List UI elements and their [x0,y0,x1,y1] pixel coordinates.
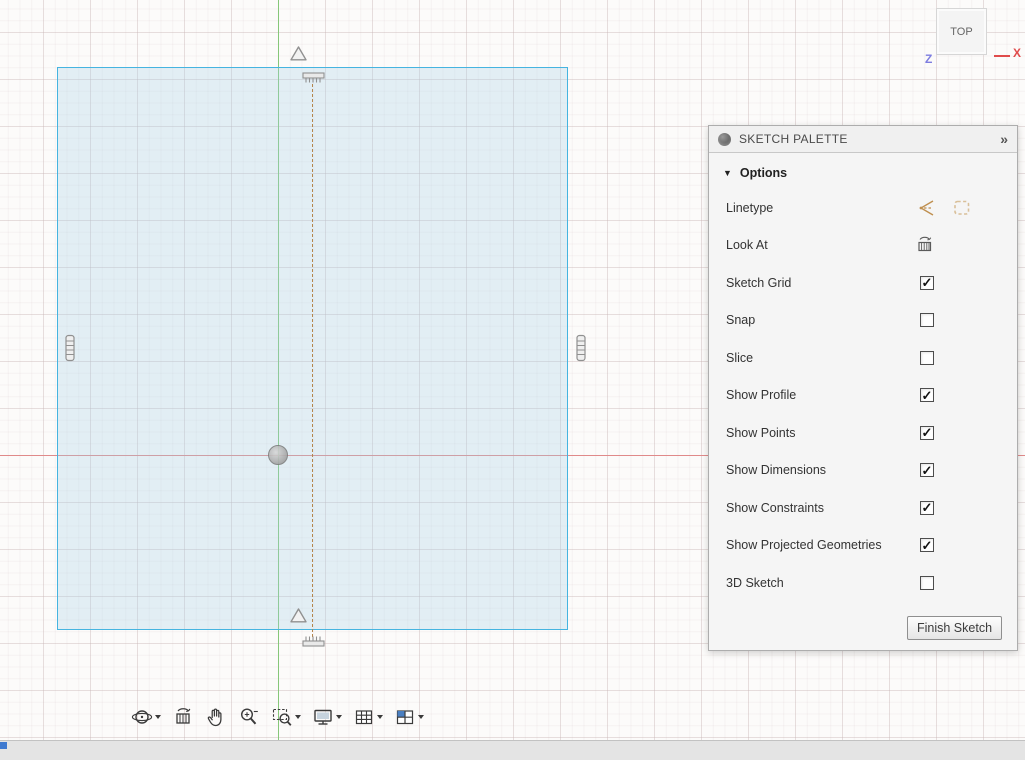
viewports-icon [394,706,416,728]
palette-row: Slice [709,339,1017,377]
horizontal-constraint-icon[interactable] [575,334,587,362]
construction-midline[interactable] [312,84,313,637]
midpoint-constraint-icon[interactable] [302,72,325,84]
snap-checkbox[interactable] [920,313,934,327]
grid-and-snaps-icon [353,706,375,728]
app-window: TOP Z X SKETCH PALETTE » ▼ Options Linet… [0,0,1025,760]
display-settings-icon [312,706,334,728]
symmetry-constraint-icon[interactable] [289,45,308,62]
pan-icon [205,706,227,728]
sketch-palette-title: SKETCH PALETTE [739,132,1000,146]
look-at-button[interactable] [915,235,935,255]
palette-row-label: Show Profile [726,388,796,402]
3d-sketch-checkbox[interactable] [920,576,934,590]
chevron-down-icon: ▼ [723,168,732,178]
show-profile-checkbox[interactable]: ✓ [920,388,934,402]
slice-checkbox[interactable] [920,351,934,365]
collapse-panel-icon[interactable]: » [1000,131,1008,147]
look-at-button[interactable] [169,705,197,729]
orbit-dropdown-arrow[interactable] [155,715,161,719]
palette-row-label: Linetype [726,201,773,215]
palette-row-label: Look At [726,238,768,252]
palette-row-label: Show Constraints [726,501,824,515]
palette-row-label: Show Dimensions [726,463,826,477]
palette-row: Show Points ✓ [709,414,1017,452]
sketch-palette-panel: SKETCH PALETTE » ▼ Options Linetype Look … [708,125,1018,651]
fit-icon [271,706,293,728]
bottom-status-strip [0,740,1025,760]
nav-toolbar [128,705,427,729]
viewports-dropdown-arrow[interactable] [418,715,424,719]
viewcube-x-axis-label: X [1013,46,1021,60]
palette-row: Look At [709,227,1017,265]
viewcube-z-axis-label: Z [925,52,932,66]
palette-row: Sketch Grid ✓ [709,264,1017,302]
viewports-button[interactable] [391,705,427,729]
options-section-label: Options [740,166,787,180]
construction-linetype-button[interactable] [952,198,972,218]
display-settings-dropdown-arrow[interactable] [336,715,342,719]
palette-row: Show Dimensions ✓ [709,452,1017,490]
show-points-checkbox[interactable]: ✓ [920,426,934,440]
show-dimensions-checkbox[interactable]: ✓ [920,463,934,477]
x-axis-indicator-line [994,55,1010,57]
show-constraints-checkbox[interactable]: ✓ [920,501,934,515]
fit-button[interactable] [268,705,304,729]
options-section-header[interactable]: ▼ Options [709,153,1017,189]
palette-rows: Linetype Look At Sketch Grid ✓ Snap Slice Show… [709,189,1017,602]
grid-and-snaps-button[interactable] [350,705,386,729]
display-settings-button[interactable] [309,705,345,729]
sketch-palette-icon [718,133,731,146]
palette-row-label: Sketch Grid [726,276,791,290]
palette-row: Linetype [709,189,1017,227]
palette-row-label: Show Points [726,426,795,440]
symmetry-constraint-icon[interactable] [289,607,308,624]
finish-sketch-button[interactable]: Finish Sketch [907,616,1002,640]
palette-row-label: Slice [726,351,753,365]
sketch-grid-checkbox[interactable]: ✓ [920,276,934,290]
palette-row-label: Show Projected Geometries [726,538,882,552]
viewcube-top-face[interactable]: TOP [936,8,987,55]
zoom-button[interactable] [235,705,263,729]
grid-and-snaps-dropdown-arrow[interactable] [377,715,383,719]
centerline-linetype-button[interactable] [915,198,937,218]
origin-point[interactable] [268,445,288,465]
palette-row-label: Snap [726,313,755,327]
palette-row: Show Projected Geometries ✓ [709,527,1017,565]
bottom-bar-accent [0,742,7,749]
pan-button[interactable] [202,705,230,729]
look-at-icon [172,706,194,728]
sketch-palette-header[interactable]: SKETCH PALETTE » [709,126,1017,153]
midpoint-constraint-icon[interactable] [302,635,325,647]
horizontal-constraint-icon[interactable] [64,334,76,362]
zoom-icon [238,706,260,728]
palette-row: Show Constraints ✓ [709,489,1017,527]
palette-row-label: 3D Sketch [726,576,784,590]
orbit-button[interactable] [128,705,164,729]
fit-dropdown-arrow[interactable] [295,715,301,719]
palette-row: Snap [709,302,1017,340]
show-projected-geometries-checkbox[interactable]: ✓ [920,538,934,552]
orbit-icon [131,706,153,728]
palette-row: 3D Sketch [709,564,1017,602]
palette-row: Show Profile ✓ [709,377,1017,415]
